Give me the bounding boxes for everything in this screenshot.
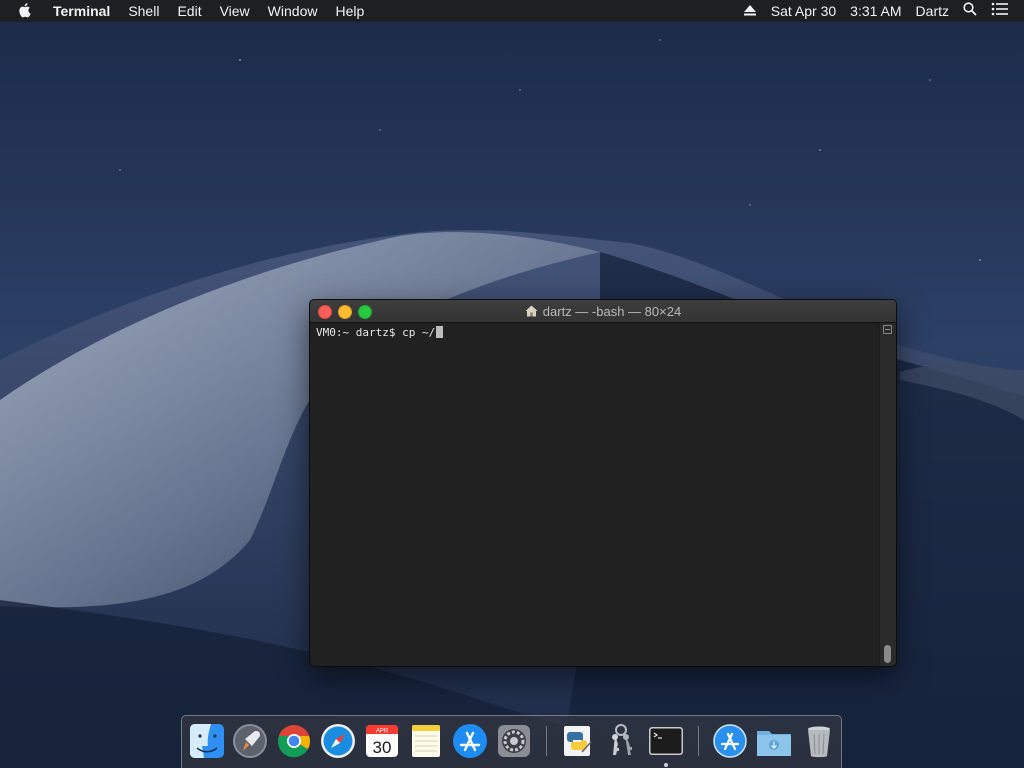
- vertical-scrollbar[interactable]: [879, 323, 896, 666]
- menu-help[interactable]: Help: [326, 0, 373, 22]
- menu-app-name[interactable]: Terminal: [44, 0, 119, 22]
- menu-time[interactable]: 3:31 AM: [843, 0, 908, 22]
- dock: APR 30: [181, 715, 842, 768]
- menu-bar: Terminal Shell Edit View Window Help Sat…: [0, 0, 1024, 22]
- spotlight-search-icon[interactable]: [956, 0, 984, 22]
- launchpad-icon[interactable]: [231, 722, 269, 760]
- home-folder-icon: [525, 305, 538, 317]
- app-store-download-icon[interactable]: [711, 722, 749, 760]
- calendar-day: 30: [373, 738, 392, 757]
- terminal-line: VM0:~ dartz$ cp ~/: [316, 326, 874, 340]
- terminal-icon[interactable]: [647, 722, 685, 760]
- calendar-month: APR: [376, 729, 389, 735]
- eject-icon[interactable]: [736, 0, 764, 22]
- terminal-text-area[interactable]: VM0:~ dartz$ cp ~/: [310, 323, 880, 666]
- apple-menu-icon[interactable]: [0, 3, 44, 19]
- terminal-running-indicator: [664, 763, 668, 767]
- window-title: dartz — -bash — 80×24: [310, 300, 896, 322]
- terminal-window[interactable]: dartz — -bash — 80×24 VM0:~ dartz$ cp ~/: [309, 299, 897, 667]
- python-launcher-icon[interactable]: [558, 722, 596, 760]
- menu-shell[interactable]: Shell: [119, 0, 168, 22]
- chrome-icon[interactable]: [275, 722, 313, 760]
- keychain-access-icon[interactable]: [602, 722, 640, 760]
- shell-prompt: VM0:~ dartz$: [316, 326, 403, 339]
- calendar-icon[interactable]: APR 30: [363, 722, 401, 760]
- window-titlebar[interactable]: dartz — -bash — 80×24: [310, 300, 896, 323]
- text-cursor: [436, 326, 444, 338]
- window-title-text: dartz — -bash — 80×24: [542, 303, 682, 319]
- split-pane-icon[interactable]: [883, 325, 892, 334]
- scrollbar-thumb[interactable]: [884, 645, 891, 663]
- trash-icon[interactable]: [800, 722, 838, 760]
- menu-edit[interactable]: Edit: [168, 0, 210, 22]
- menu-user[interactable]: Dartz: [909, 0, 956, 22]
- app-store-icon[interactable]: [451, 722, 489, 760]
- menu-window[interactable]: Window: [259, 0, 327, 22]
- notification-center-icon[interactable]: [984, 0, 1016, 22]
- finder-icon[interactable]: [188, 722, 226, 760]
- system-preferences-icon[interactable]: [495, 722, 533, 760]
- typed-command: cp ~/: [402, 326, 436, 339]
- notes-icon[interactable]: [407, 722, 445, 760]
- dock-separator: [698, 726, 699, 756]
- dock-separator: [546, 726, 547, 756]
- downloads-folder-icon[interactable]: [755, 722, 793, 760]
- menu-date[interactable]: Sat Apr 30: [764, 0, 843, 22]
- menu-view[interactable]: View: [211, 0, 259, 22]
- safari-icon[interactable]: [319, 722, 357, 760]
